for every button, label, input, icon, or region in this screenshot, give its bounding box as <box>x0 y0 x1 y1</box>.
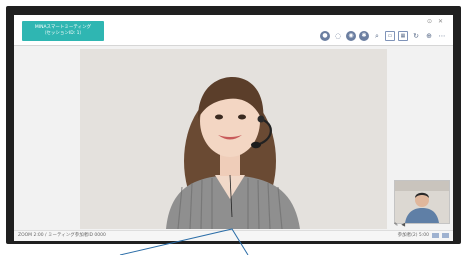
callout-lines <box>119 228 249 255</box>
